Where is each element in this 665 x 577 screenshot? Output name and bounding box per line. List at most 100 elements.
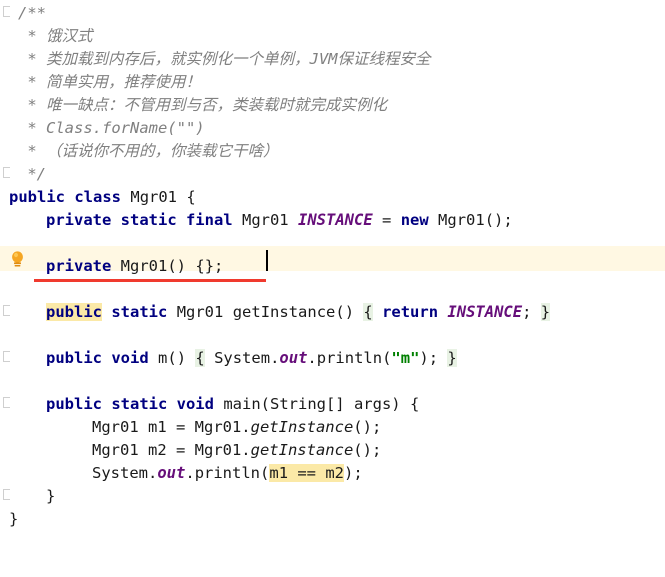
method-params: () bbox=[335, 303, 355, 321]
returned-instance: INSTANCE bbox=[447, 303, 523, 321]
static-call-get-instance: getInstance bbox=[250, 441, 354, 459]
keyword-void: void bbox=[111, 349, 149, 367]
editor-gutter[interactable] bbox=[0, 0, 30, 541]
code-line[interactable]: } bbox=[0, 485, 665, 508]
code-line[interactable]: * 饿汉式 bbox=[0, 25, 665, 48]
var-type: Mgr01 m2 = Mgr01. bbox=[92, 441, 251, 459]
assign-operator: = bbox=[382, 211, 392, 229]
statement-m2: Mgr01 m2 = Mgr01.getInstance(); bbox=[92, 439, 381, 462]
field-out: out bbox=[157, 464, 186, 482]
fold-region-bracket-icon[interactable] bbox=[3, 6, 10, 17]
code-content[interactable]: /** * 饿汉式 * 类加载到内存后，就实例化一个单例，JVM保证线程安全 *… bbox=[0, 0, 665, 541]
code-line[interactable]: public static void main(String[] args) { bbox=[0, 393, 665, 416]
paren-close-semicolon: ); bbox=[419, 349, 448, 367]
field-modifiers: private static final bbox=[46, 211, 233, 229]
code-line[interactable]: * 简单实用，推荐使用！ bbox=[0, 71, 665, 94]
dot: . bbox=[307, 349, 317, 367]
fold-region-bracket-icon[interactable] bbox=[3, 305, 10, 316]
semicolon: ; bbox=[522, 303, 532, 321]
constructor-name: Mgr01 bbox=[120, 257, 168, 275]
code-line-caret[interactable]: private Mgr01() {}; bbox=[0, 255, 665, 278]
code-line[interactable]: public void m() { System.out.println("m"… bbox=[0, 347, 665, 370]
code-line[interactable]: Mgr01 m2 = Mgr01.getInstance(); bbox=[0, 439, 665, 462]
var-type: Mgr01 m1 = Mgr01. bbox=[92, 418, 251, 436]
code-line[interactable]: Mgr01 m1 = Mgr01.getInstance(); bbox=[0, 416, 665, 439]
code-line-text: * 类加载到内存后，就实例化一个单例，JVM保证线程安全 bbox=[18, 50, 431, 68]
fold-region-bracket-icon[interactable] bbox=[3, 397, 10, 408]
keyword-public: public bbox=[46, 349, 102, 367]
code-line[interactable]: } bbox=[0, 508, 665, 531]
code-line-text: * 唯一缺点：不管用到与否，类装载时就完成实例化 bbox=[18, 96, 387, 114]
field-name-instance: INSTANCE bbox=[298, 211, 373, 229]
code-line[interactable]: * （话说你不用的，你装载它干啥） bbox=[0, 140, 665, 163]
code-line[interactable]: * Class.forName("") bbox=[0, 117, 665, 140]
main-close-brace: } bbox=[46, 487, 56, 505]
lightbulb-icon[interactable] bbox=[10, 250, 25, 269]
field-declaration: private static final Mgr01 INSTANCE = ne… bbox=[46, 209, 513, 232]
matched-open-brace: { bbox=[195, 349, 205, 367]
keyword-new: new bbox=[400, 211, 429, 229]
fold-region-bracket-icon[interactable] bbox=[3, 351, 10, 362]
keyword-return: return bbox=[382, 303, 439, 321]
code-line[interactable]: public static Mgr01 getInstance() { retu… bbox=[0, 301, 665, 324]
code-line[interactable]: * 类加载到内存后，就实例化一个单例，JVM保证线程安全 bbox=[0, 48, 665, 71]
constructor-declaration: private Mgr01() {}; bbox=[46, 255, 223, 278]
code-line[interactable]: System.out.println(m1 == m2); bbox=[0, 462, 665, 485]
constructor-params: () bbox=[167, 257, 187, 275]
constructor-body: {} bbox=[195, 257, 215, 275]
field-type: Mgr01 bbox=[241, 211, 289, 229]
matched-open-brace: { bbox=[363, 303, 373, 321]
code-line-text: * 简单实用，推荐使用！ bbox=[18, 73, 201, 91]
highlighted-expression: m1 == m2 bbox=[269, 464, 345, 482]
class-declaration: public class Mgr01 { bbox=[9, 186, 196, 209]
code-line[interactable]: private static final Mgr01 INSTANCE = ne… bbox=[0, 209, 665, 232]
call-tail: (); bbox=[353, 441, 382, 459]
paren-open: ( bbox=[260, 464, 270, 482]
fold-region-bracket-icon[interactable] bbox=[3, 489, 10, 500]
error-underline bbox=[34, 279, 266, 282]
receiver-system: System bbox=[92, 464, 148, 482]
code-line[interactable]: /** bbox=[0, 2, 665, 25]
method-params: () bbox=[167, 349, 187, 367]
code-line-text: * （话说你不用的，你装载它干啥） bbox=[18, 142, 279, 160]
code-line[interactable]: */ bbox=[0, 163, 665, 186]
main-modifiers: public static void bbox=[46, 395, 214, 413]
matched-close-brace: } bbox=[447, 349, 457, 367]
main-params: (String[] args) bbox=[260, 395, 401, 413]
call-println: println bbox=[316, 349, 383, 367]
fold-region-bracket-icon[interactable] bbox=[3, 167, 10, 178]
code-editor[interactable]: /** * 饿汉式 * 类加载到内存后，就实例化一个单例，JVM保证线程安全 *… bbox=[0, 0, 665, 541]
class-open-brace: { bbox=[186, 188, 196, 206]
code-line[interactable]: public class Mgr01 { bbox=[0, 186, 665, 209]
call-tail: (); bbox=[353, 418, 382, 436]
method-name-m: m bbox=[158, 349, 168, 367]
receiver-system: System bbox=[214, 349, 271, 367]
statement-m1: Mgr01 m1 = Mgr01.getInstance(); bbox=[92, 416, 381, 439]
keyword-private: private bbox=[46, 257, 112, 275]
static-call-get-instance: getInstance bbox=[250, 418, 354, 436]
constructor-semicolon: ; bbox=[214, 257, 224, 275]
keyword-static: static bbox=[111, 303, 168, 321]
code-line[interactable]: * 唯一缺点：不管用到与否，类装载时就完成实例化 bbox=[0, 94, 665, 117]
keyword-public-highlighted: public bbox=[46, 303, 102, 321]
m-method-declaration: public void m() { System.out.println("m"… bbox=[46, 347, 457, 370]
keyword-class: class bbox=[74, 188, 122, 206]
